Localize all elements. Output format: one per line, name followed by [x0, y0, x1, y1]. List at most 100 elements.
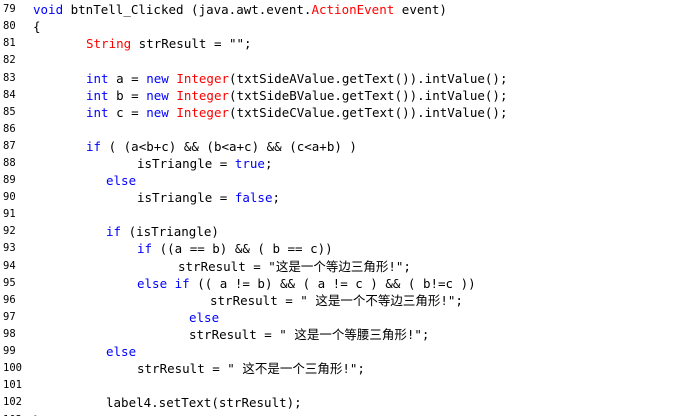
- keyword-token: else if: [137, 276, 190, 291]
- code-line[interactable]: 82: [0, 52, 684, 69]
- code-line[interactable]: 88 isTriangle = true;: [0, 155, 684, 172]
- type-token: Integer: [176, 105, 230, 120]
- code-token: (txtSideCValue.getText()).intValue();: [229, 105, 508, 120]
- code-text: int c = new Integer(txtSideCValue.getTex…: [86, 104, 507, 121]
- code-token: {: [33, 19, 41, 34]
- code-token: c =: [108, 105, 147, 120]
- code-line[interactable]: 90 isTriangle = false;: [0, 189, 684, 206]
- line-number: 81: [3, 37, 16, 49]
- line-number: 89: [3, 174, 16, 186]
- keyword-token: false: [234, 190, 273, 205]
- line-number: 94: [3, 260, 16, 272]
- code-line[interactable]: 91: [0, 206, 684, 223]
- code-line[interactable]: 83 int a = new Integer(txtSideAValue.getT…: [0, 70, 684, 87]
- code-text: isTriangle = false;: [137, 189, 280, 206]
- code-text: int b = new Integer(txtSideBValue.getTex…: [86, 87, 507, 104]
- line-number: 93: [3, 242, 16, 254]
- keyword-token: int: [86, 71, 109, 86]
- keyword-token: if: [106, 224, 122, 239]
- code-line[interactable]: 80 {: [0, 18, 684, 35]
- code-line[interactable]: 85 int c = new Integer(txtSideCValue.getT…: [0, 104, 684, 121]
- code-token: ;: [264, 156, 273, 171]
- code-token: b =: [108, 88, 147, 103]
- code-line[interactable]: 99 else: [0, 343, 684, 360]
- code-text: if ((a == b) && ( b == c)): [137, 240, 333, 257]
- keyword-token: else: [106, 344, 137, 359]
- code-token: strResult = " 这是一个等腰三角形!";: [189, 327, 430, 342]
- code-line[interactable]: 97 else: [0, 309, 684, 326]
- code-text: void btnTell_Clicked (java.awt.event.Act…: [33, 1, 447, 18]
- code-token: (txtSideBValue.getText()).intValue();: [229, 88, 508, 103]
- code-text: isTriangle = true;: [137, 155, 272, 172]
- line-number: 91: [3, 208, 16, 220]
- code-line[interactable]: 86: [0, 121, 684, 138]
- keyword-token: new: [146, 105, 169, 120]
- line-number: 90: [3, 191, 16, 203]
- line-number: 85: [3, 106, 16, 118]
- line-number: 80: [3, 20, 16, 32]
- code-text: if ( (a<b+c) && (b<a+c) && (c<a+b) ): [86, 138, 357, 155]
- line-number: 82: [3, 54, 16, 66]
- keyword-token: else: [106, 173, 137, 188]
- code-token: btnTell_Clicked (java.awt.event.: [63, 2, 312, 17]
- code-line[interactable]: 81 String strResult = "";: [0, 35, 684, 52]
- keyword-token: int: [86, 88, 109, 103]
- code-editor[interactable]: 79 void btnTell_Clicked (java.awt.event.A…: [0, 0, 684, 416]
- code-token: label4.setText(strResult);: [106, 395, 302, 410]
- code-text: }: [33, 412, 41, 416]
- line-number: 98: [3, 328, 16, 340]
- keyword-token: true: [234, 156, 265, 171]
- code-token: a =: [108, 71, 147, 86]
- code-token: event): [394, 2, 447, 17]
- code-text: else if (( a != b) && ( a != c ) && ( b!…: [137, 275, 476, 292]
- code-line[interactable]: 98 strResult = " 这是一个等腰三角形!";: [0, 326, 684, 343]
- line-number: 102: [3, 396, 22, 408]
- code-text: strResult = " 这是一个等腰三角形!";: [189, 326, 429, 343]
- type-token: Integer: [176, 71, 230, 86]
- type-token: String: [86, 36, 132, 51]
- line-number: 84: [3, 89, 16, 101]
- code-text: label4.setText(strResult);: [106, 394, 302, 411]
- code-line[interactable]: 84 int b = new Integer(txtSideBValue.getT…: [0, 87, 684, 104]
- code-token: strResult = "";: [131, 36, 252, 51]
- code-token: strResult = "这是一个等边三角形!";: [178, 259, 411, 274]
- code-line[interactable]: 102 label4.setText(strResult);: [0, 394, 684, 411]
- keyword-token: int: [86, 105, 109, 120]
- code-text: strResult = "这是一个等边三角形!";: [178, 258, 411, 275]
- keyword-token: new: [146, 88, 169, 103]
- code-text: else: [106, 343, 136, 360]
- line-number: 79: [3, 3, 16, 15]
- code-line[interactable]: 79 void btnTell_Clicked (java.awt.event.A…: [0, 1, 684, 18]
- code-line[interactable]: 103}: [0, 412, 684, 416]
- code-token: strResult = " 这不是一个三角形!";: [137, 361, 365, 376]
- code-text: if (isTriangle): [106, 223, 219, 240]
- code-text: String strResult = "";: [86, 35, 252, 52]
- code-line[interactable]: 94 strResult = "这是一个等边三角形!";: [0, 258, 684, 275]
- line-number: 103: [3, 412, 31, 416]
- code-line[interactable]: 100 strResult = " 这不是一个三角形!";: [0, 360, 684, 377]
- line-number: 86: [3, 123, 16, 135]
- code-token: isTriangle =: [137, 190, 235, 205]
- code-line[interactable]: 95 else if (( a != b) && ( a != c ) && ( …: [0, 275, 684, 292]
- code-token: ((a == b) && ( b == c)): [152, 241, 333, 256]
- line-number: 88: [3, 157, 16, 169]
- code-line[interactable]: 92 if (isTriangle): [0, 223, 684, 240]
- code-text: strResult = " 这是一个不等边三角形!";: [210, 292, 463, 309]
- line-number: 87: [3, 140, 16, 152]
- line-number: 96: [3, 294, 16, 306]
- code-line[interactable]: 89 else: [0, 172, 684, 189]
- code-text: else: [106, 172, 136, 189]
- code-line[interactable]: 87 if ( (a<b+c) && (b<a+c) && (c<a+b) ): [0, 138, 684, 155]
- line-number: 97: [3, 311, 16, 323]
- code-line[interactable]: 96 strResult = " 这是一个不等边三角形!";: [0, 292, 684, 309]
- code-line[interactable]: 93 if ((a == b) && ( b == c)): [0, 240, 684, 257]
- code-text: strResult = " 这不是一个三角形!";: [137, 360, 365, 377]
- code-text: else: [189, 309, 219, 326]
- code-token: (( a != b) && ( a != c ) && ( b!=c )): [189, 276, 476, 291]
- type-token: Integer: [176, 88, 230, 103]
- code-text: int a = new Integer(txtSideAValue.getTex…: [86, 70, 507, 87]
- code-token: ( (a<b+c) && (b<a+c) && (c<a+b) ): [101, 139, 357, 154]
- code-text: {: [33, 18, 41, 35]
- keyword-token: new: [146, 71, 169, 86]
- code-line[interactable]: 101: [0, 377, 684, 394]
